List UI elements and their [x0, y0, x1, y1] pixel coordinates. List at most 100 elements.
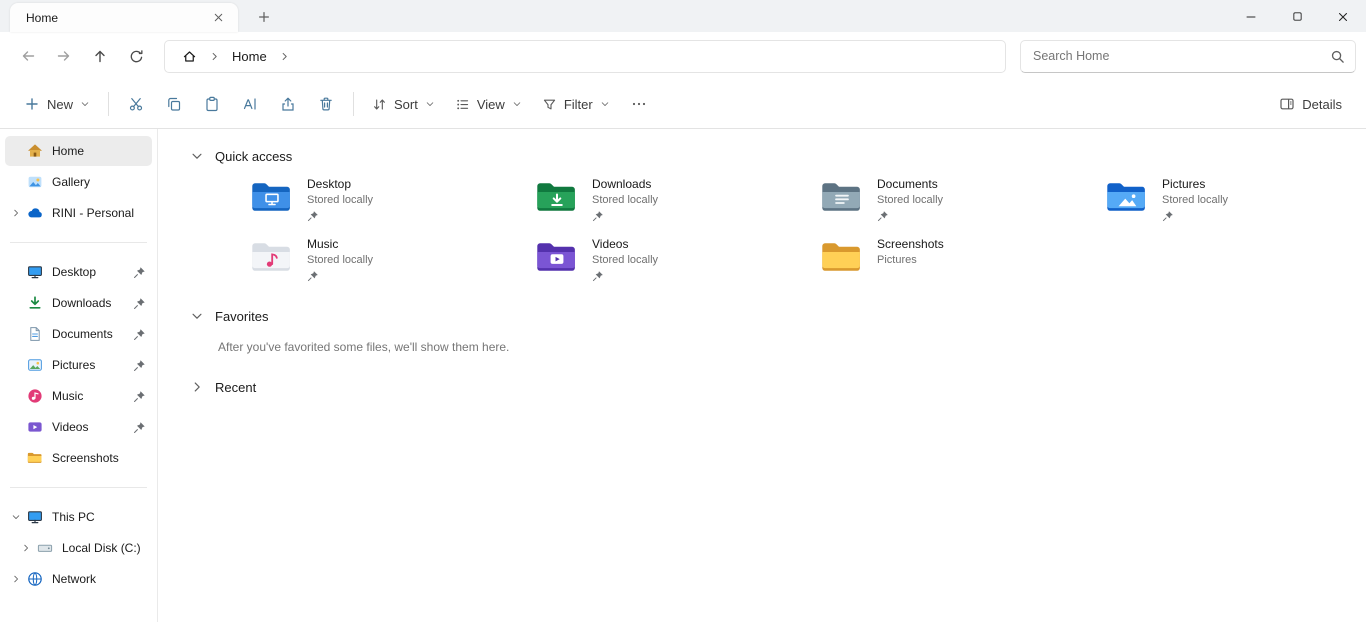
- minimize-button[interactable]: [1228, 1, 1274, 32]
- search-box[interactable]: [1020, 40, 1356, 73]
- title-bar: Home: [0, 0, 1366, 32]
- tile-name: Videos: [592, 237, 658, 251]
- sidebar-item-label: Downloads: [52, 296, 133, 310]
- section-title: Recent: [215, 380, 256, 395]
- pin-icon: [592, 210, 604, 222]
- tile-name: Desktop: [307, 177, 373, 191]
- chevron-right-icon: [279, 51, 290, 62]
- sidebar-item-label: Network: [52, 572, 146, 586]
- address-bar[interactable]: Home: [164, 40, 1006, 73]
- tile-text: Pictures Stored locally: [1162, 177, 1228, 229]
- sidebar-item-pictures[interactable]: Pictures: [5, 350, 152, 380]
- sidebar-item-network[interactable]: Network: [5, 564, 152, 594]
- cut-button[interactable]: [117, 87, 155, 121]
- sidebar-item-screenshots[interactable]: Screenshots: [5, 443, 152, 473]
- details-button-label: Details: [1302, 97, 1342, 112]
- sidebar-item-videos[interactable]: Videos: [5, 412, 152, 442]
- section-title: Favorites: [215, 309, 268, 324]
- home-icon: [182, 49, 197, 64]
- sidebar-item-label: Local Disk (C:): [62, 541, 146, 555]
- sidebar-item-desktop[interactable]: Desktop: [5, 257, 152, 287]
- sidebar-item-gallery[interactable]: Gallery: [5, 167, 152, 197]
- pin-icon: [133, 359, 146, 372]
- collapse-chevron[interactable]: [5, 512, 27, 522]
- maximize-button[interactable]: [1274, 1, 1320, 32]
- navigation-bar: Home: [0, 32, 1366, 80]
- expand-chevron[interactable]: [5, 208, 27, 218]
- forward-button[interactable]: [46, 39, 82, 73]
- tile-name: Downloads: [592, 177, 658, 191]
- downloads-folder-icon: [535, 180, 579, 215]
- expand-chevron[interactable]: [5, 574, 27, 584]
- breadcrumb-item[interactable]: Home: [225, 46, 274, 67]
- sidebar-item-label: Home: [52, 144, 146, 158]
- copy-button[interactable]: [155, 87, 193, 121]
- tile-pictures[interactable]: Pictures Stored locally: [1105, 177, 1366, 229]
- tile-music[interactable]: Music Stored locally: [250, 237, 535, 289]
- tile-desktop[interactable]: Desktop Stored locally: [250, 177, 535, 229]
- sidebar-item-this-pc[interactable]: This PC: [5, 502, 152, 532]
- new-tab-button[interactable]: [250, 3, 278, 31]
- back-button[interactable]: [10, 39, 46, 73]
- network-icon: [27, 571, 43, 587]
- sidebar-item-onedrive-personal[interactable]: RINI - Personal: [5, 198, 152, 228]
- quick-access-section-header[interactable]: Quick access: [190, 143, 1366, 169]
- close-icon: [1336, 10, 1350, 24]
- favorites-empty-text: After you've favorited some files, we'll…: [218, 340, 1366, 354]
- sidebar-item-downloads[interactable]: Downloads: [5, 288, 152, 318]
- share-icon: [280, 96, 296, 112]
- main-panel: Quick access Desktop Stored locally: [158, 129, 1366, 622]
- tab-close-button[interactable]: [206, 6, 230, 30]
- tile-documents[interactable]: Documents Stored locally: [820, 177, 1105, 229]
- filter-icon: [542, 97, 557, 112]
- details-button[interactable]: Details: [1269, 87, 1352, 121]
- tile-name: Pictures: [1162, 177, 1228, 191]
- chevron-right-icon: [21, 543, 31, 553]
- more-options-button[interactable]: [620, 87, 658, 121]
- search-input[interactable]: [1033, 49, 1330, 63]
- view-button[interactable]: View: [445, 87, 532, 121]
- paste-button[interactable]: [193, 87, 231, 121]
- quick-access-grid: Desktop Stored locally Downloads Stored …: [250, 177, 1366, 289]
- sidebar-item-local-disk-c[interactable]: Local Disk (C:): [5, 533, 152, 563]
- toolbar-separator: [108, 92, 109, 116]
- sidebar-item-music[interactable]: Music: [5, 381, 152, 411]
- delete-button[interactable]: [307, 87, 345, 121]
- recent-section-header[interactable]: Recent: [190, 374, 1366, 400]
- tile-text: Downloads Stored locally: [592, 177, 658, 229]
- this-pc-icon: [27, 509, 43, 525]
- sidebar-divider: [10, 487, 147, 488]
- pin-icon: [133, 421, 146, 434]
- tile-screenshots[interactable]: Screenshots Pictures: [820, 237, 1105, 289]
- close-icon: [212, 11, 225, 24]
- close-window-button[interactable]: [1320, 1, 1366, 32]
- documents-icon: [27, 326, 43, 342]
- share-button[interactable]: [269, 87, 307, 121]
- new-button[interactable]: New: [14, 87, 100, 121]
- sidebar-item-documents[interactable]: Documents: [5, 319, 152, 349]
- expand-chevron[interactable]: [15, 543, 37, 553]
- sidebar-item-home[interactable]: Home: [5, 136, 152, 166]
- search-icon[interactable]: [1330, 49, 1345, 64]
- sidebar-item-label: Documents: [52, 327, 133, 341]
- tile-name: Documents: [877, 177, 943, 191]
- pin-icon: [307, 210, 319, 222]
- filter-button[interactable]: Filter: [532, 87, 620, 121]
- pictures-folder-icon: [1105, 180, 1149, 215]
- up-button[interactable]: [82, 39, 118, 73]
- explorer-tab[interactable]: Home: [10, 3, 238, 32]
- rename-icon: [242, 96, 258, 112]
- maximize-icon: [1291, 10, 1304, 23]
- rename-button[interactable]: [231, 87, 269, 121]
- tile-text: Music Stored locally: [307, 237, 373, 289]
- sort-button[interactable]: Sort: [362, 87, 445, 121]
- refresh-button[interactable]: [118, 39, 154, 73]
- tile-downloads[interactable]: Downloads Stored locally: [535, 177, 820, 229]
- favorites-section-header[interactable]: Favorites: [190, 303, 1366, 329]
- refresh-icon: [129, 49, 144, 64]
- breadcrumb-home-button[interactable]: [175, 46, 204, 67]
- pin-icon: [1162, 210, 1174, 222]
- tile-videos[interactable]: Videos Stored locally: [535, 237, 820, 289]
- chevron-down-icon: [600, 99, 610, 109]
- navigation-pane: Home Gallery RINI - Personal Desktop Dow…: [0, 129, 158, 622]
